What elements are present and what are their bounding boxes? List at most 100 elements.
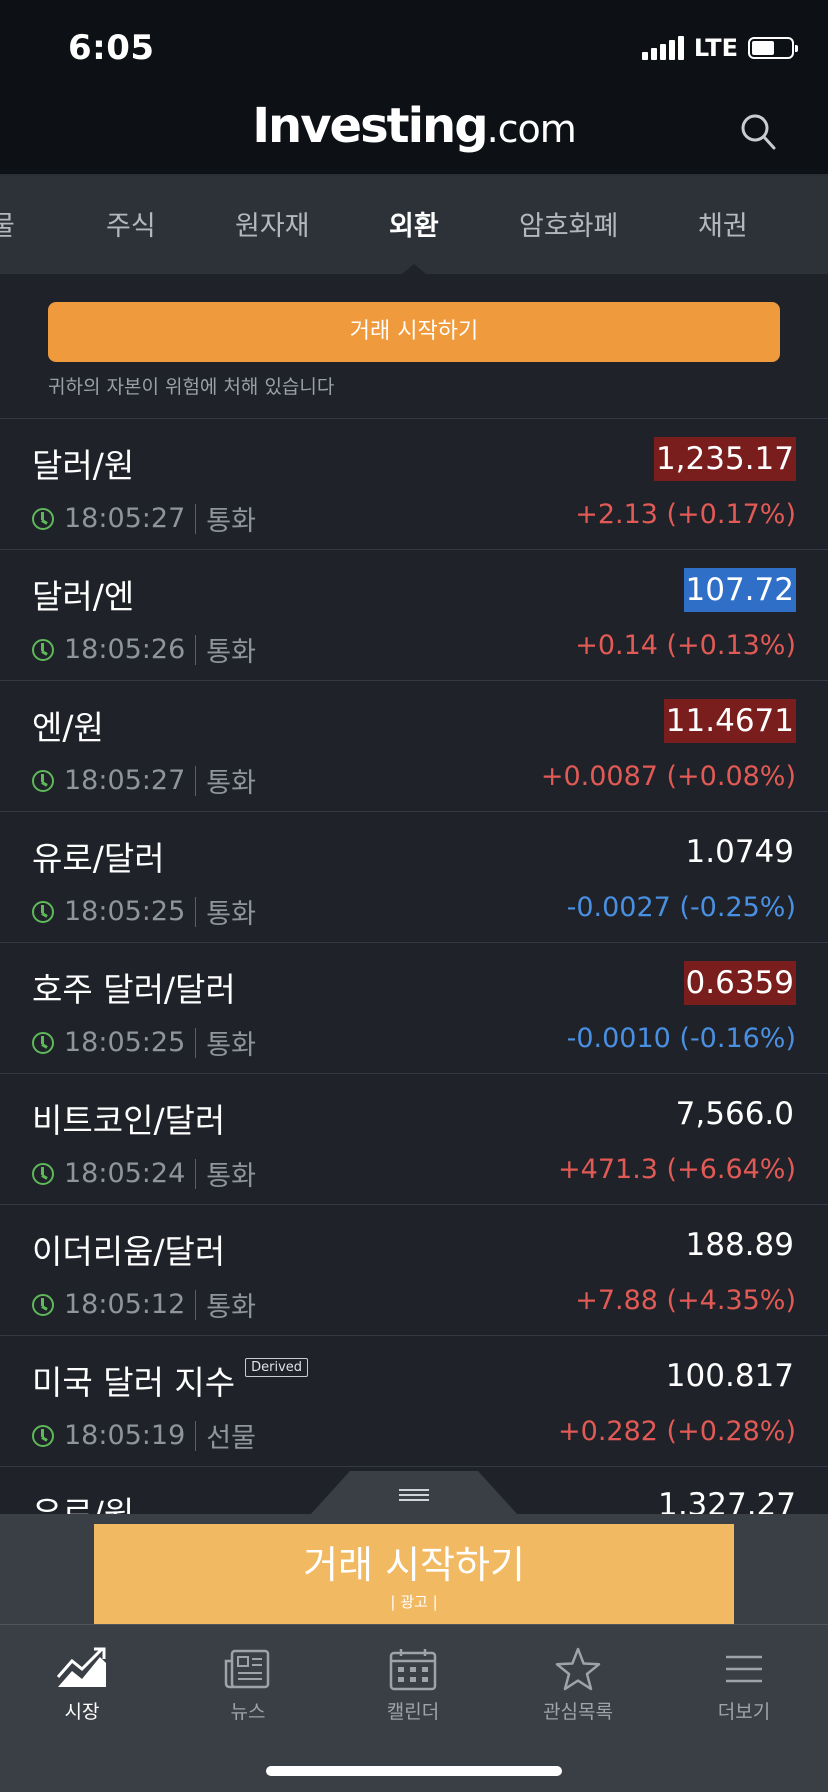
home-indicator[interactable] [266,1766,562,1776]
price-change: -0.0010 (-0.16%) [566,1023,796,1054]
last-price: 107.72 [683,568,796,612]
price-change: +0.14 (+0.13%) [575,630,796,661]
instrument-type: 통화 [206,1161,256,1192]
divider [195,1420,197,1451]
last-price: 11.4671 [663,699,796,743]
price-change: -0.0027 (-0.25%) [566,892,796,923]
logo-wordmark: Investing [252,98,488,154]
menu-icon [726,1655,762,1683]
promo-section: 거래 시작하기 귀하의 자본이 위험에 처해 있습니다 [0,274,828,419]
instrument-type: 통화 [206,1292,256,1323]
divider [195,765,197,796]
last-price: 0.6359 [683,961,796,1005]
calendar-icon [389,1649,437,1691]
last-price: 188.89 [685,1227,794,1263]
divider [195,896,197,927]
clock-icon [32,769,54,792]
quote-row[interactable]: 유로/달러 1.0749 18:05:25 통화 -0.0027 (-0.25%… [0,812,828,943]
quote-time: 18:05:27 [64,503,186,534]
last-price: 100.817 [665,1358,794,1394]
quote-row[interactable]: 미국 달러 지수 Derived 100.817 18:05:19 선물 +0.2… [0,1336,828,1467]
instrument-type: 선물 [206,1423,256,1454]
quote-meta: 18:05:19 선물 [32,1416,256,1455]
quote-meta: 18:05:26 통화 [32,630,256,669]
quote-time: 18:05:26 [64,634,186,665]
quote-row[interactable]: 엔/원 11.4671 18:05:27 통화 +0.0087 (+0.08%) [0,681,828,812]
quote-meta: 18:05:25 통화 [32,892,256,931]
logo-suffix: .com [486,107,577,151]
ad-title: 거래 시작하기 [303,1543,525,1587]
network-label: LTE [693,34,738,62]
instrument-name: 비트코인/달러 [32,1101,226,1140]
instrument-name: 달러/엔 [32,577,135,616]
quote-time: 18:05:25 [64,1027,186,1058]
price-change: +0.282 (+0.28%) [558,1416,796,1447]
nav-markets[interactable]: 시장 [12,1647,152,1724]
instrument-name: 미국 달러 지수 Derived [32,1356,309,1404]
clock-icon [32,1031,54,1054]
nav-label: 시장 [64,1701,100,1723]
ad-banner[interactable]: 거래 시작하기 | 광고 | [94,1524,734,1624]
divider [195,634,197,665]
nav-label: 뉴스 [230,1701,266,1723]
quote-row[interactable]: 달러/엔 107.72 18:05:26 통화 +0.14 (+0.13%) [0,550,828,681]
instrument-type: 통화 [206,768,256,799]
clock-icon [32,1162,54,1185]
tab-forex[interactable]: 외환 [389,204,439,243]
risk-warning: 귀하의 자본이 위험에 처해 있습니다 [48,376,335,398]
last-price: 1.0749 [685,834,794,870]
instrument-type: 통화 [206,506,256,537]
quote-time: 18:05:27 [64,765,186,796]
nav-more[interactable]: 더보기 [674,1647,814,1724]
nav-calendar[interactable]: 캘린더 [343,1647,483,1724]
tab-raw-materials[interactable]: 원자재 [235,204,310,243]
instrument-type: 통화 [206,899,256,930]
tab-stocks[interactable]: 주식 [106,204,156,243]
nav-label: 캘린더 [386,1701,440,1723]
divider [195,1027,197,1058]
price-change: +471.3 (+6.64%) [558,1154,796,1185]
price-change: +0.0087 (+0.08%) [540,761,796,792]
instrument-type: 통화 [206,637,256,668]
quote-row[interactable]: 비트코인/달러 7,566.0 18:05:24 통화 +471.3 (+6.6… [0,1074,828,1205]
quote-meta: 18:05:27 통화 [32,761,256,800]
search-icon[interactable] [740,112,776,152]
category-tabs: 물 주식 원자재 외환 암호화폐 채권 [0,176,828,274]
chart-icon [56,1647,106,1687]
divider [195,503,197,534]
nav-label: 관심목록 [543,1701,613,1723]
clock-icon [32,1293,54,1316]
quote-row[interactable]: 이더리움/달러 188.89 18:05:12 통화 +7.88 (+4.35%… [0,1205,828,1336]
clock-icon [32,507,54,530]
status-indicators: LTE [641,34,798,62]
ad-container: 거래 시작하기 | 광고 | [0,1514,828,1624]
derived-badge: Derived [245,1358,309,1377]
tab-commodities-partial[interactable]: 물 [0,204,15,243]
clock-icon [32,900,54,923]
tab-crypto[interactable]: 암호화폐 [519,204,618,243]
status-bar: 6:05 LTE [0,0,828,90]
instrument-name: 이더리움/달러 [32,1232,226,1271]
instrument-type: 통화 [206,1030,256,1061]
price-change: +7.88 (+4.35%) [575,1285,796,1316]
nav-label: 더보기 [717,1701,771,1723]
start-trading-button[interactable]: 거래 시작하기 [48,302,780,362]
instrument-name-text: 미국 달러 지수 [32,1363,236,1402]
divider [195,1289,197,1320]
quote-time: 18:05:24 [64,1158,186,1189]
tab-bonds[interactable]: 채권 [698,204,748,243]
quote-row[interactable]: 호주 달러/달러 0.6359 18:05:25 통화 -0.0010 (-0.… [0,943,828,1074]
ad-label: | 광고 | [390,1593,438,1611]
last-price: 7,566.0 [675,1096,794,1132]
quote-row[interactable]: 달러/원 1,235.17 18:05:27 통화 +2.13 (+0.17%) [0,419,828,550]
quote-meta: 18:05:27 통화 [32,499,256,538]
quote-meta: 18:05:12 통화 [32,1285,256,1324]
investing-logo: Investing.com [0,98,828,154]
news-icon [224,1649,270,1689]
nav-news[interactable]: 뉴스 [178,1647,318,1724]
hamburger-icon [399,1489,429,1501]
price-change: +2.13 (+0.17%) [575,499,796,530]
signal-icon [641,36,684,60]
clock-icon [32,1424,54,1447]
nav-watchlist[interactable]: 관심목록 [508,1647,648,1724]
